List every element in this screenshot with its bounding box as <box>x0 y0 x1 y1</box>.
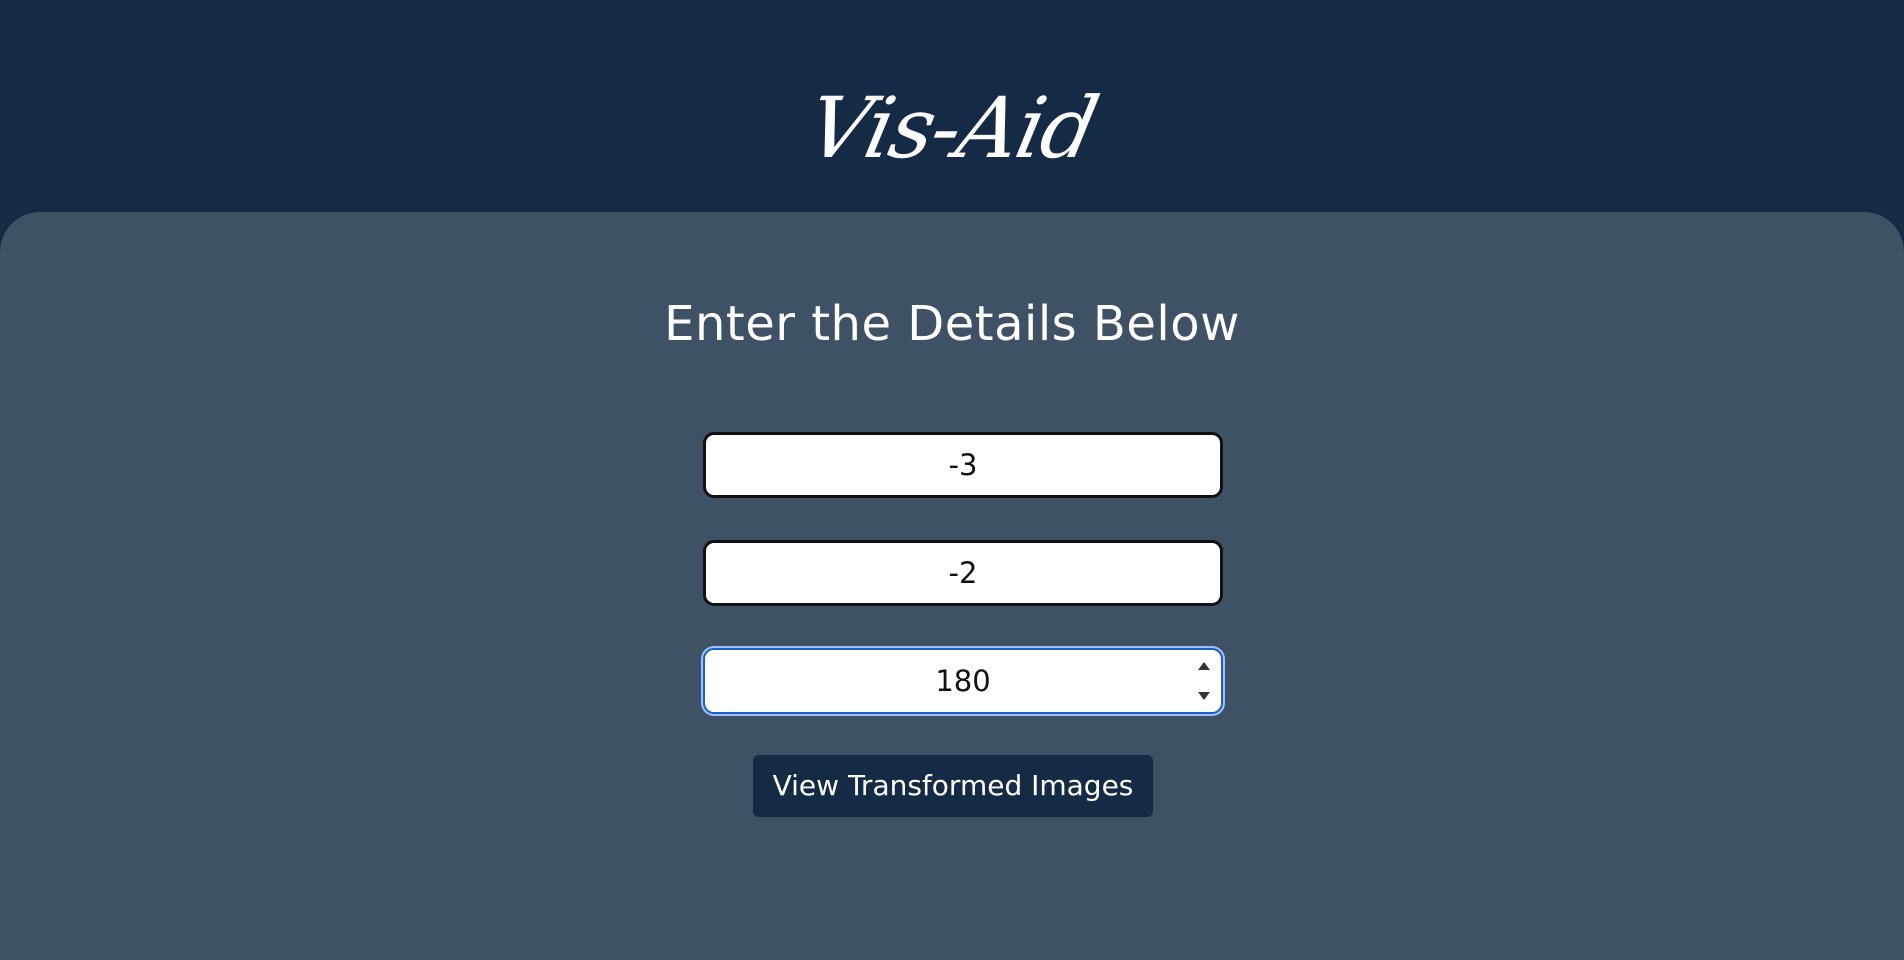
brand-logo-text: Vis-Aid <box>799 79 1105 177</box>
input-value-2[interactable] <box>706 543 1220 603</box>
input-value-1[interactable] <box>706 435 1220 495</box>
form-panel: Enter the Details Below View Transformed… <box>0 212 1904 960</box>
header: Vis-Aid <box>0 0 1904 212</box>
page-title: Enter the Details Below <box>664 296 1240 352</box>
view-transformed-images-button[interactable]: View Transformed Images <box>753 755 1153 817</box>
input-field-3[interactable] <box>703 648 1223 714</box>
input-field-1[interactable] <box>703 432 1223 498</box>
input-field-2[interactable] <box>703 540 1223 606</box>
spinner-down-icon[interactable] <box>1198 692 1210 700</box>
number-spinner[interactable] <box>1197 658 1211 704</box>
input-value-3[interactable] <box>705 650 1221 712</box>
spinner-up-icon[interactable] <box>1198 662 1210 670</box>
